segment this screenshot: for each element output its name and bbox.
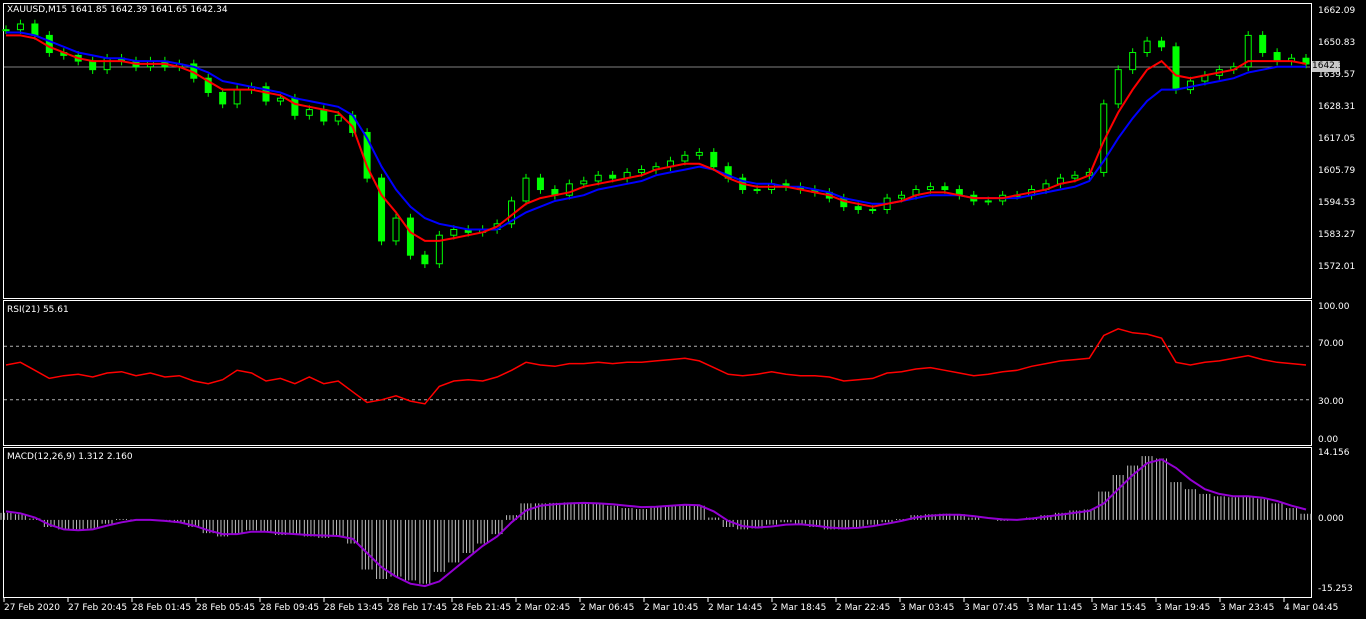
candle-body <box>638 169 646 173</box>
rsi-tick: 0.00 <box>1318 435 1339 445</box>
candle-body <box>89 60 97 71</box>
time-tick: 2 Mar 14:45 <box>708 603 763 613</box>
price-tick: 1572.01 <box>1318 262 1356 272</box>
time-tick: 2 Mar 18:45 <box>772 603 827 613</box>
candle-body <box>1186 80 1194 91</box>
candle-body <box>2 29 10 32</box>
time-tick: 28 Feb 21:45 <box>452 603 512 613</box>
candle-body <box>334 114 342 122</box>
candle-body <box>1158 40 1166 48</box>
time-tick: 28 Feb 05:45 <box>196 603 256 613</box>
time-tick: 28 Feb 01:45 <box>132 603 192 613</box>
price-tick: 1605.79 <box>1318 166 1356 176</box>
candle-body <box>16 23 24 31</box>
price-tick: 1617.05 <box>1318 134 1356 144</box>
price-tick: 1583.27 <box>1318 230 1356 240</box>
candle-body <box>1071 174 1079 179</box>
candle-body <box>609 174 617 179</box>
candle-body <box>941 186 949 191</box>
time-tick: 2 Mar 06:45 <box>580 603 635 613</box>
time-tick: 3 Mar 07:45 <box>964 603 1019 613</box>
time-tick: 4 Mar 04:45 <box>1284 603 1339 613</box>
candle-body <box>291 97 299 116</box>
candle-body <box>276 97 284 102</box>
high-value: 1642.39 <box>110 5 148 15</box>
candle-body <box>869 209 877 212</box>
close-value: 1642.34 <box>190 5 228 15</box>
time-tick: 2 Mar 02:45 <box>516 603 571 613</box>
time-tick: 2 Mar 22:45 <box>836 603 891 613</box>
candle-body <box>522 177 530 202</box>
time-tick: 27 Feb 2020 <box>4 603 61 613</box>
time-axis-ticks <box>3 598 1285 602</box>
rsi-tick: 30.00 <box>1318 397 1344 407</box>
candle-body <box>450 228 458 236</box>
candle-body <box>1273 52 1281 62</box>
time-tick: 3 Mar 11:45 <box>1028 603 1083 613</box>
candle-body <box>103 57 111 71</box>
price-tick: 1628.31 <box>1318 102 1356 112</box>
candle-body <box>31 23 39 36</box>
candle-body <box>681 154 689 162</box>
candle-body <box>406 217 414 256</box>
candle-body <box>305 109 313 116</box>
macd-tick: -15.253 <box>1318 584 1353 594</box>
rsi-title: RSI(21) 55.61 <box>7 305 69 315</box>
trading-chart[interactable] <box>0 0 1366 619</box>
candle-body <box>594 174 602 182</box>
price-tick: 1662.09 <box>1318 6 1356 16</box>
price-tick: 1594.53 <box>1318 198 1356 208</box>
macd-tick: 14.156 <box>1318 448 1350 458</box>
low-value: 1641.65 <box>150 5 188 15</box>
candle-body <box>45 34 53 54</box>
candle-body <box>753 189 761 192</box>
time-tick: 3 Mar 23:45 <box>1220 603 1275 613</box>
candle-body <box>926 186 934 191</box>
candle-body <box>854 206 862 211</box>
rsi-tick: 70.00 <box>1318 339 1344 349</box>
candle-body <box>219 91 227 105</box>
candle-body <box>695 151 703 156</box>
current-price-tag: 1642.34 <box>1312 61 1350 72</box>
candle-body <box>1114 69 1122 105</box>
candle-body <box>421 254 429 265</box>
candle-body <box>1143 40 1151 54</box>
candle-body <box>378 177 386 242</box>
candle-body <box>710 151 718 168</box>
candle-body <box>536 177 544 191</box>
macd-tick: 0.000 <box>1318 514 1344 524</box>
candle-body <box>392 217 400 242</box>
candle-body <box>1259 34 1267 54</box>
time-tick: 28 Feb 13:45 <box>324 603 384 613</box>
candle-body <box>1129 52 1137 71</box>
time-tick: 3 Mar 19:45 <box>1156 603 1211 613</box>
symbol-label: XAUUSD,M15 <box>7 5 68 15</box>
time-tick: 28 Feb 09:45 <box>260 603 320 613</box>
time-tick: 27 Feb 20:45 <box>68 603 128 613</box>
rsi-tick: 100.00 <box>1318 302 1350 312</box>
open-value: 1641.85 <box>70 5 108 15</box>
candle-body <box>233 89 241 105</box>
time-tick: 28 Feb 17:45 <box>388 603 448 613</box>
macd-title: MACD(12,26,9) 1.312 2.160 <box>7 452 133 462</box>
time-tick: 2 Mar 10:45 <box>644 603 699 613</box>
time-tick: 3 Mar 15:45 <box>1092 603 1147 613</box>
candle-body <box>898 194 906 199</box>
price-tick: 1650.83 <box>1318 38 1356 48</box>
candle-body <box>1172 46 1180 91</box>
candle-body <box>320 109 328 122</box>
time-tick: 3 Mar 03:45 <box>900 603 955 613</box>
candle-body <box>984 200 992 203</box>
price-pane-title: XAUUSD,M15 1641.85 1642.39 1641.65 1642.… <box>7 5 228 16</box>
candle-body <box>580 180 588 185</box>
